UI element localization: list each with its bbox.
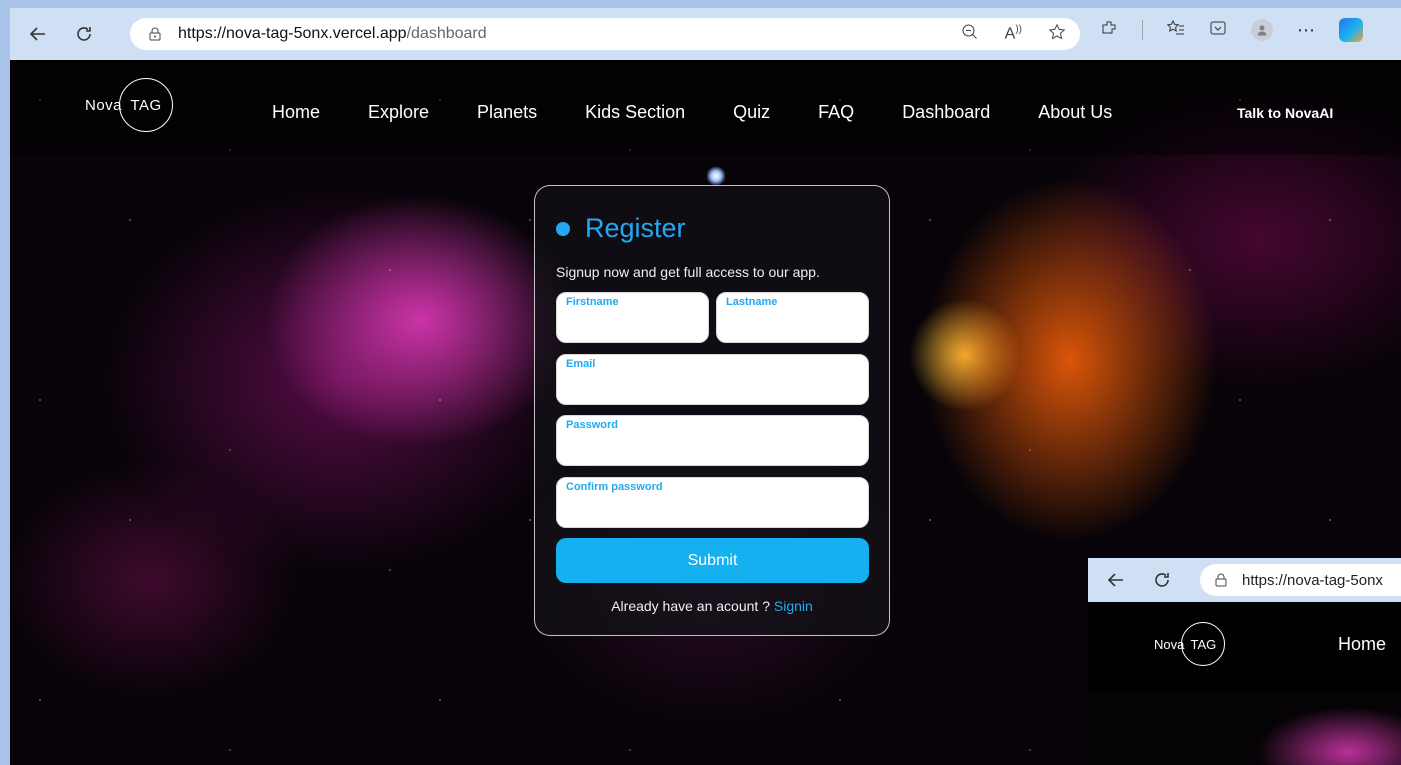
title-dot-icon bbox=[556, 221, 570, 236]
collections-icon[interactable] bbox=[1209, 19, 1227, 42]
confirm-password-input[interactable] bbox=[565, 498, 860, 522]
zoom-out-icon[interactable] bbox=[961, 23, 979, 46]
toolbar-divider bbox=[1142, 20, 1143, 40]
register-form: Register Signup now and get full access … bbox=[534, 185, 890, 636]
email-input[interactable] bbox=[565, 375, 860, 399]
firstname-label: Firstname bbox=[566, 296, 619, 308]
confirm-password-field[interactable]: Confirm password bbox=[556, 477, 869, 528]
nav-home[interactable]: Home bbox=[272, 102, 320, 123]
register-subtitle: Signup now and get full access to our ap… bbox=[556, 264, 820, 280]
url-text: https://nova-tag-5onx.vercel.app/dashboa… bbox=[178, 25, 487, 42]
bright-star bbox=[706, 166, 726, 186]
browser-toolbar: https://nova-tag-5onx.vercel.app/dashboa… bbox=[10, 8, 1401, 60]
lastname-field[interactable]: Lastname bbox=[716, 292, 869, 343]
logo-ring: TAG bbox=[119, 78, 174, 132]
extensions-icon[interactable] bbox=[1100, 19, 1118, 42]
nav-dashboard[interactable]: Dashboard bbox=[902, 102, 990, 123]
firstname-input[interactable] bbox=[565, 313, 700, 337]
nav-quiz[interactable]: Quiz bbox=[733, 102, 770, 123]
nav-explore[interactable]: Explore bbox=[368, 102, 429, 123]
password-input[interactable] bbox=[565, 436, 860, 460]
nested-logo-text-nova: Nova bbox=[1154, 636, 1185, 652]
password-field[interactable]: Password bbox=[556, 415, 869, 466]
profile-icon[interactable] bbox=[1251, 19, 1273, 41]
copilot-icon[interactable] bbox=[1339, 18, 1363, 42]
register-title: Register bbox=[585, 213, 686, 243]
lastname-label: Lastname bbox=[726, 296, 778, 308]
nav-planets[interactable]: Planets bbox=[477, 102, 537, 123]
logo-text-tag: TAG bbox=[130, 96, 162, 114]
nested-logo-ring: TAG bbox=[1181, 622, 1226, 666]
register-heading: Register bbox=[556, 213, 686, 244]
lock-icon[interactable] bbox=[148, 27, 162, 41]
nav-kids-section[interactable]: Kids Section bbox=[585, 102, 685, 123]
more-icon[interactable]: ⋯ bbox=[1297, 20, 1315, 41]
site-header: Nova TAG Home Explore Planets Kids Secti… bbox=[10, 60, 1401, 155]
nested-address-bar: https://nova-tag-5onx bbox=[1200, 564, 1401, 596]
read-aloud-icon[interactable]: A)) bbox=[1005, 24, 1022, 43]
talk-to-novaai-link[interactable]: Talk to NovaAI bbox=[1237, 105, 1333, 121]
email-field[interactable]: Email bbox=[556, 354, 869, 405]
signin-prompt-text: Already have an acount ? bbox=[611, 598, 774, 614]
nested-lock-icon bbox=[1214, 573, 1228, 587]
email-label: Email bbox=[566, 358, 596, 370]
favorites-icon[interactable] bbox=[1166, 19, 1185, 42]
submit-button[interactable]: Submit bbox=[556, 538, 869, 583]
nested-refresh-icon bbox=[1144, 562, 1180, 598]
nested-page: Nova TAG Home bbox=[1088, 602, 1401, 765]
back-icon[interactable] bbox=[20, 16, 56, 52]
lastname-input[interactable] bbox=[725, 313, 860, 337]
nav-faq[interactable]: FAQ bbox=[818, 102, 854, 123]
nested-browser-toolbar: https://nova-tag-5onx bbox=[1088, 558, 1401, 602]
logo-text-nova: Nova bbox=[85, 96, 123, 114]
nav-about-us[interactable]: About Us bbox=[1038, 102, 1112, 123]
favorite-star-icon[interactable] bbox=[1048, 23, 1066, 46]
firstname-field[interactable]: Firstname bbox=[556, 292, 709, 343]
nested-screenshot: https://nova-tag-5onx Nova TAG Home bbox=[1088, 558, 1401, 765]
nested-nav-home: Home bbox=[1338, 634, 1387, 654]
signin-link[interactable]: Signin bbox=[774, 598, 813, 614]
address-bar[interactable]: https://nova-tag-5onx.vercel.app/dashboa… bbox=[130, 18, 1080, 50]
confirm-password-label: Confirm password bbox=[566, 481, 663, 493]
nested-logo-text-tag: TAG bbox=[1190, 636, 1217, 652]
signin-prompt: Already have an acount ? Signin bbox=[535, 598, 889, 614]
main-nav: Home Explore Planets Kids Section Quiz F… bbox=[272, 102, 1112, 123]
logo[interactable]: Nova TAG bbox=[85, 77, 174, 133]
nested-url-text: https://nova-tag-5onx bbox=[1242, 571, 1383, 589]
browser-window: https://nova-tag-5onx.vercel.app/dashboa… bbox=[10, 8, 1401, 765]
refresh-icon[interactable] bbox=[66, 16, 102, 52]
password-label: Password bbox=[566, 419, 618, 431]
nested-logo: Nova TAG bbox=[1154, 622, 1226, 666]
nested-back-icon bbox=[1098, 562, 1134, 598]
